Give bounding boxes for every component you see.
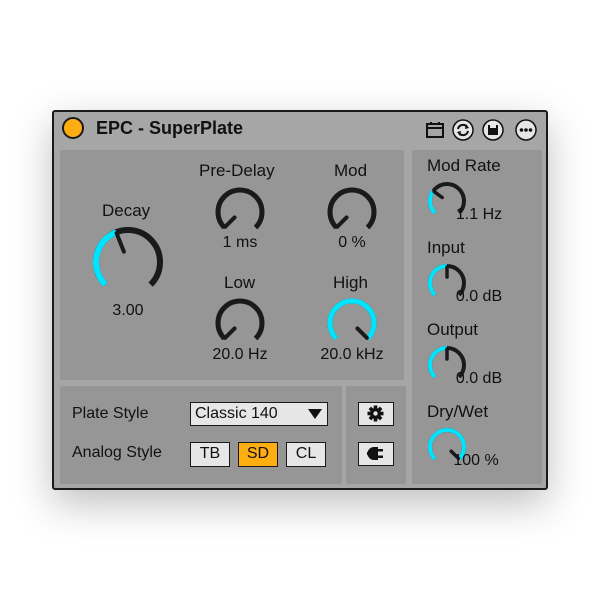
connect-button[interactable] xyxy=(358,442,394,466)
plate-style-label: Plate Style xyxy=(72,405,149,422)
analog-style-cl-button[interactable]: CL xyxy=(286,442,326,467)
plug-icon xyxy=(367,447,383,460)
low-knob-pointer xyxy=(223,326,237,340)
decay-value: 3.00 xyxy=(112,302,144,319)
decay-knob[interactable] xyxy=(90,224,166,300)
device-title: EPC - SuperPlate xyxy=(96,118,244,138)
save-icon[interactable] xyxy=(482,119,504,141)
style-panel xyxy=(60,386,342,484)
decay-label: Decay xyxy=(102,201,151,220)
input-knob-fill xyxy=(428,264,448,297)
chevron-down-icon xyxy=(308,409,322,419)
pre-delay-knob-pointer xyxy=(223,215,237,229)
dry-wet-value: 100 % xyxy=(453,452,499,469)
high-knob[interactable] xyxy=(324,295,380,351)
pre-delay-knob-track xyxy=(215,187,265,230)
device-window: EPC - SuperPlate Decay 3.00 Pre-Delay 1 … xyxy=(52,110,548,490)
mod-knob[interactable] xyxy=(324,184,380,240)
decay-knob-pointer xyxy=(114,231,126,254)
high-knob-pointer xyxy=(355,326,369,340)
high-value: 20.0 kHz xyxy=(320,346,384,363)
pre-delay-knob[interactable] xyxy=(212,184,268,240)
high-knob-fill xyxy=(327,298,377,341)
input-value: 0.0 dB xyxy=(455,288,503,305)
mod-knob-pointer xyxy=(335,215,349,229)
plate-style-selected: Classic 140 xyxy=(195,405,278,422)
pre-delay-label: Pre-Delay xyxy=(199,161,275,180)
mod-label: Mod xyxy=(334,161,368,180)
calendar-icon[interactable] xyxy=(424,119,446,141)
mod-rate-label: Mod Rate xyxy=(427,156,501,175)
settings-button[interactable] xyxy=(358,402,394,426)
plate-style-dropdown[interactable]: Classic 140 xyxy=(190,402,328,426)
output-knob-fill xyxy=(428,346,448,379)
mod-value: 0 % xyxy=(338,234,366,251)
input-label: Input xyxy=(427,238,465,257)
high-label: High xyxy=(333,273,368,292)
mod-rate-value: 1.1 Hz xyxy=(455,206,503,223)
swap-icon[interactable] xyxy=(452,119,474,141)
low-knob[interactable] xyxy=(212,295,268,351)
output-label: Output xyxy=(427,320,479,339)
decay-knob-fill xyxy=(93,229,118,287)
pre-delay-value: 1 ms xyxy=(222,234,258,251)
mod-rate-knob-pointer xyxy=(432,189,444,200)
output-value: 0.0 dB xyxy=(455,370,503,387)
title-bar: EPC - SuperPlate xyxy=(54,112,546,146)
gear-icon xyxy=(367,405,384,422)
low-value: 20.0 Hz xyxy=(212,346,268,363)
analog-style-tb-button[interactable]: TB xyxy=(190,442,230,467)
low-label: Low xyxy=(224,273,256,292)
mod-knob-track xyxy=(327,187,377,230)
mod-rate-knob-fill xyxy=(428,189,437,215)
options-panel xyxy=(346,386,406,484)
dry-wet-label: Dry/Wet xyxy=(427,402,489,421)
low-knob-track xyxy=(215,298,265,341)
more-icon[interactable] xyxy=(515,119,537,141)
analog-style-sd-button[interactable]: SD xyxy=(238,442,278,467)
analog-style-label: Analog Style xyxy=(72,444,162,461)
device-power-toggle[interactable] xyxy=(62,117,84,139)
